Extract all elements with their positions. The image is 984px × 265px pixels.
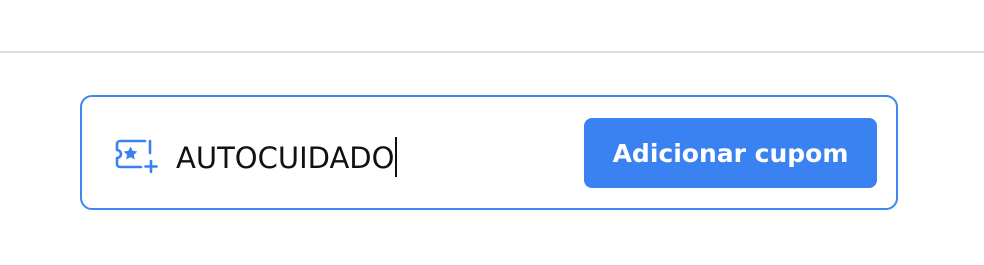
add-coupon-button[interactable]: Adicionar cupom [584,118,877,188]
top-divider [0,51,984,53]
text-caret [395,137,398,177]
ticket-star-plus-icon [114,137,160,174]
coupon-form: AUTOCUIDADO Adicionar cupom [80,95,898,210]
coupon-input-text: AUTOCUIDADO [176,137,398,177]
coupon-code-value: AUTOCUIDADO [176,141,395,175]
